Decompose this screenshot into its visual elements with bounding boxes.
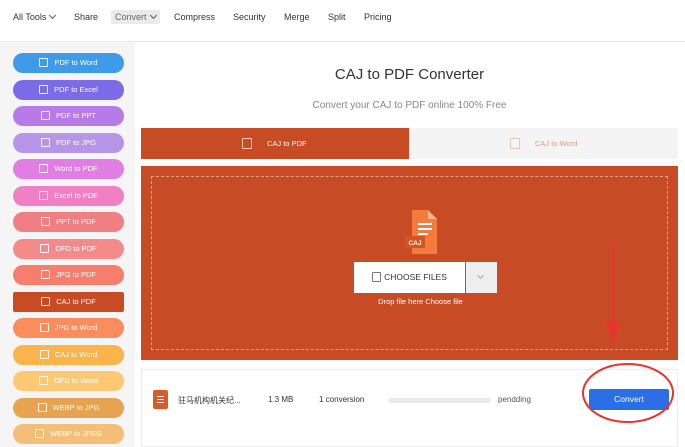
file-badge-text: CAJ bbox=[408, 240, 421, 247]
tab-caj-to-pdf[interactable]: CAJ to PDF bbox=[141, 128, 409, 159]
convert-button[interactable]: Convert bbox=[589, 389, 669, 410]
chevron-down-icon bbox=[149, 11, 157, 20]
nav-pricing[interactable]: Pricing bbox=[364, 10, 392, 24]
tool-sidebar: PDF to Word PDF to Excel PDF to PPT PDF … bbox=[0, 43, 135, 447]
sidebar-item-word-to-pdf[interactable]: Word to PDF bbox=[13, 159, 124, 179]
tab-caj-to-word[interactable]: CAJ to Word bbox=[409, 128, 678, 159]
document-icon bbox=[39, 322, 49, 332]
sidebar-item-ofd-to-pdf[interactable]: OFD to PDF bbox=[13, 239, 124, 259]
all-tools-label: All Tools bbox=[13, 12, 47, 22]
choose-files-group: CHOOSE FILES bbox=[354, 262, 497, 293]
sidebar-item-label: PDF to Word bbox=[54, 58, 98, 67]
document-icon bbox=[242, 138, 252, 149]
document-icon bbox=[40, 110, 50, 120]
sidebar-item-ppt-to-pdf[interactable]: PPT to PDF bbox=[13, 212, 124, 232]
document-icon bbox=[41, 296, 51, 306]
choose-files-label: CHOOSE FILES bbox=[384, 272, 447, 282]
choose-source-dropdown[interactable] bbox=[466, 262, 497, 293]
sidebar-item-caj-to-word[interactable]: CAJ to Word bbox=[13, 345, 124, 365]
document-icon bbox=[37, 402, 47, 412]
document-icon bbox=[35, 428, 45, 438]
file-dropzone[interactable]: CAJ CHOOSE FILES Drop file here Choose f… bbox=[141, 166, 678, 360]
document-icon bbox=[40, 243, 50, 253]
file-name: 驻马机构机关纪... bbox=[178, 396, 241, 405]
nav-convert[interactable]: Convert bbox=[111, 10, 160, 24]
document-icon bbox=[38, 375, 48, 385]
chevron-down-icon bbox=[476, 271, 485, 280]
status-text: pendding bbox=[498, 395, 531, 404]
sidebar-item-pdf-to-ppt[interactable]: PDF to PPT bbox=[13, 106, 124, 126]
sidebar-item-label: JPG to Word bbox=[54, 323, 98, 332]
document-icon bbox=[39, 84, 49, 94]
sidebar-item-label: PDF to JPG bbox=[55, 138, 96, 147]
pdf-file-icon bbox=[153, 390, 168, 409]
sidebar-item-label: Word to PDF bbox=[54, 164, 98, 173]
tab-label: CAJ to PDF bbox=[267, 139, 307, 148]
page-subtitle: Convert your CAJ to PDF online 100% Free bbox=[312, 100, 507, 111]
file-icon bbox=[372, 271, 382, 282]
sidebar-item-ofd-to-word[interactable]: OFD to Word bbox=[13, 371, 124, 391]
nav-security[interactable]: Security bbox=[233, 10, 266, 24]
sidebar-item-label: PDF to PPT bbox=[55, 111, 96, 120]
sidebar-item-excel-to-pdf[interactable]: Excel to PDF bbox=[13, 186, 124, 206]
sidebar-item-pdf-to-word[interactable]: PDF to Word bbox=[13, 53, 124, 73]
dropzone-dashed-border: CAJ CHOOSE FILES Drop file here Choose f… bbox=[151, 176, 668, 350]
sidebar-item-pdf-to-excel[interactable]: PDF to Excel bbox=[13, 80, 124, 100]
caj-file-icon: CAJ bbox=[405, 210, 437, 254]
sidebar-item-label: PPT to PDF bbox=[56, 217, 96, 226]
document-icon bbox=[40, 137, 50, 147]
sidebar-item-pdf-to-jpg[interactable]: PDF to JPG bbox=[13, 133, 124, 153]
sidebar-item-caj-to-pdf[interactable]: CAJ to PDF bbox=[13, 292, 124, 312]
all-tools-menu[interactable]: All Tools bbox=[13, 10, 57, 24]
document-icon bbox=[39, 190, 49, 200]
conversion-count: 1 conversion bbox=[319, 395, 365, 404]
sidebar-item-jpg-to-word[interactable]: JPG to Word bbox=[13, 318, 124, 338]
sidebar-item-label: Excel to PDF bbox=[54, 191, 98, 200]
sidebar-item-label: WEBP to JPG bbox=[52, 403, 100, 412]
nav-split[interactable]: Split bbox=[328, 10, 346, 24]
progress-bar bbox=[388, 398, 491, 403]
document-icon bbox=[40, 269, 50, 279]
sidebar-item-label: CAJ to Word bbox=[54, 350, 98, 359]
document-icon bbox=[39, 57, 49, 67]
nav-convert-label: Convert bbox=[115, 12, 147, 22]
file-size: 1.3 MB bbox=[268, 395, 294, 404]
sidebar-item-label: JPG to PDF bbox=[55, 270, 96, 279]
tab-label: CAJ to Word bbox=[535, 139, 578, 148]
sidebar-item-label: OFD to Word bbox=[53, 376, 99, 385]
nav-merge[interactable]: Merge bbox=[284, 10, 310, 24]
nav-share[interactable]: Share bbox=[74, 10, 98, 24]
document-icon bbox=[39, 163, 49, 173]
file-row: 驻马机构机关纪... 1.3 MB 1 conversion pendding … bbox=[141, 369, 678, 447]
sidebar-item-label: PDF to Excel bbox=[54, 85, 98, 94]
sidebar-item-label: WEBP to JPEG bbox=[50, 429, 102, 438]
chevron-down-icon bbox=[49, 11, 57, 20]
sidebar-item-label: CAJ to PDF bbox=[56, 297, 96, 306]
nav-compress[interactable]: Compress bbox=[174, 10, 215, 24]
document-icon bbox=[39, 349, 49, 359]
sidebar-item-webp-to-jpg[interactable]: WEBP to JPG bbox=[13, 398, 124, 418]
page-title: CAJ to PDF Converter bbox=[334, 66, 485, 83]
top-nav: All Tools Share Convert Compress Securit… bbox=[0, 0, 685, 42]
document-icon bbox=[41, 216, 51, 226]
drop-hint: Drop file here Choose file bbox=[378, 297, 463, 306]
choose-files-button[interactable]: CHOOSE FILES bbox=[354, 262, 465, 293]
sidebar-item-jpg-to-pdf[interactable]: JPG to PDF bbox=[13, 265, 124, 285]
sidebar-item-webp-to-jpeg[interactable]: WEBP to JPEG bbox=[13, 424, 124, 444]
document-icon bbox=[510, 138, 520, 149]
sidebar-item-label: OFD to PDF bbox=[55, 244, 97, 253]
